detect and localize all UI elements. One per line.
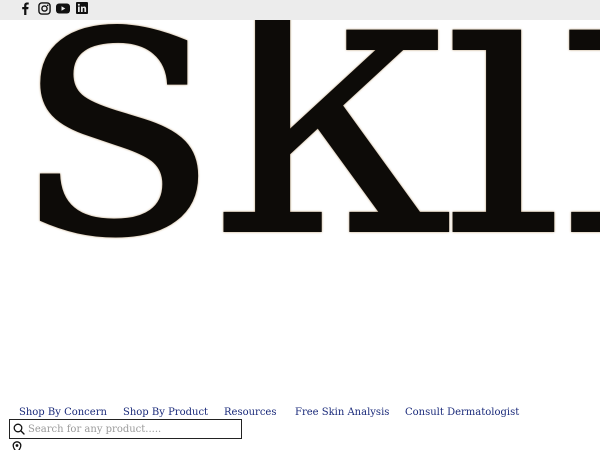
- nav-shop-by-concern[interactable]: Shop By Concern: [19, 406, 107, 420]
- instagram-icon: [37, 1, 51, 15]
- nav-free-skin-analysis[interactable]: Free Skin Analysis: [295, 406, 389, 420]
- nav-shop-by-product[interactable]: Shop By Product: [123, 406, 208, 420]
- brand-logo[interactable]: skin: [0, 20, 600, 400]
- linkedin-icon: [76, 2, 88, 14]
- top-bar: [0, 0, 600, 20]
- search-box: [9, 419, 242, 439]
- nav-resources[interactable]: Resources: [224, 406, 276, 420]
- nav-consult-dermatologist[interactable]: Consult Dermatologist: [405, 406, 519, 420]
- youtube-link[interactable]: [56, 1, 70, 15]
- facebook-icon: [22, 1, 29, 15]
- search-icon[interactable]: [13, 423, 25, 435]
- facebook-link[interactable]: [18, 1, 32, 15]
- logo-wordmark: skin: [18, 20, 600, 324]
- instagram-link[interactable]: [37, 1, 51, 15]
- location-pin-icon[interactable]: [11, 441, 23, 450]
- youtube-icon: [56, 3, 70, 13]
- search-input[interactable]: [28, 421, 238, 437]
- linkedin-link[interactable]: [75, 1, 89, 15]
